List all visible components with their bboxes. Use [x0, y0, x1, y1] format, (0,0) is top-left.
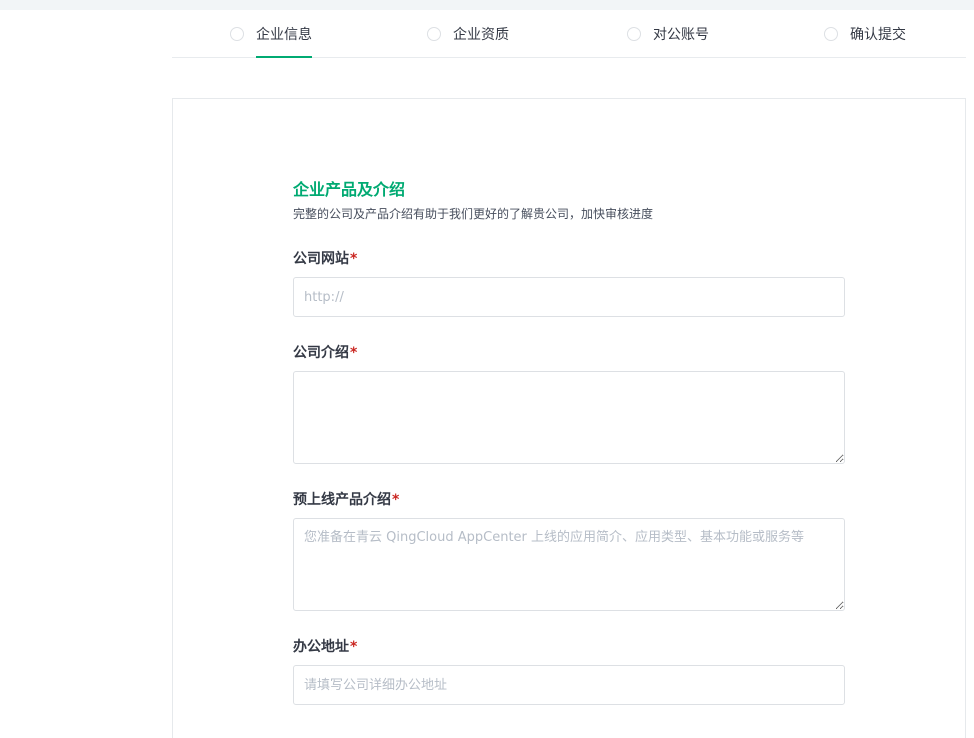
- section-description: 完整的公司及产品介绍有助于我们更好的了解贵公司，加快审核进度: [293, 207, 654, 221]
- office-address-input[interactable]: [293, 665, 845, 705]
- step-circle-icon: [427, 26, 441, 41]
- step-company-qualification[interactable]: 企业资质: [427, 10, 509, 57]
- step-label: 企业资质: [453, 26, 509, 43]
- active-step-underline: [256, 56, 312, 58]
- step-nav: 企业信息 企业资质 对公账号 确认提交: [172, 10, 966, 58]
- required-mark: *: [392, 492, 400, 508]
- website-label: 公司网站*: [293, 251, 358, 267]
- top-strip: [0, 0, 974, 10]
- required-mark: *: [350, 345, 358, 361]
- company-intro-textarea[interactable]: [293, 371, 845, 464]
- step-circle-icon: [230, 26, 244, 41]
- required-mark: *: [350, 251, 358, 267]
- product-intro-textarea[interactable]: [293, 518, 845, 611]
- required-mark: *: [350, 639, 358, 655]
- step-company-info[interactable]: 企业信息: [230, 10, 312, 58]
- office-address-label: 办公地址*: [293, 639, 358, 655]
- step-confirm-submit[interactable]: 确认提交: [824, 10, 906, 57]
- company-intro-label: 公司介绍*: [293, 345, 358, 361]
- step-label: 确认提交: [850, 26, 906, 43]
- website-input[interactable]: [293, 277, 845, 317]
- step-corporate-account[interactable]: 对公账号: [627, 10, 709, 57]
- step-label: 对公账号: [653, 26, 709, 43]
- section-title: 企业产品及介绍: [293, 180, 406, 199]
- step-label: 企业信息: [256, 26, 312, 43]
- step-circle-icon: [627, 26, 641, 41]
- step-circle-icon: [824, 26, 838, 41]
- product-intro-label: 预上线产品介绍*: [293, 492, 400, 508]
